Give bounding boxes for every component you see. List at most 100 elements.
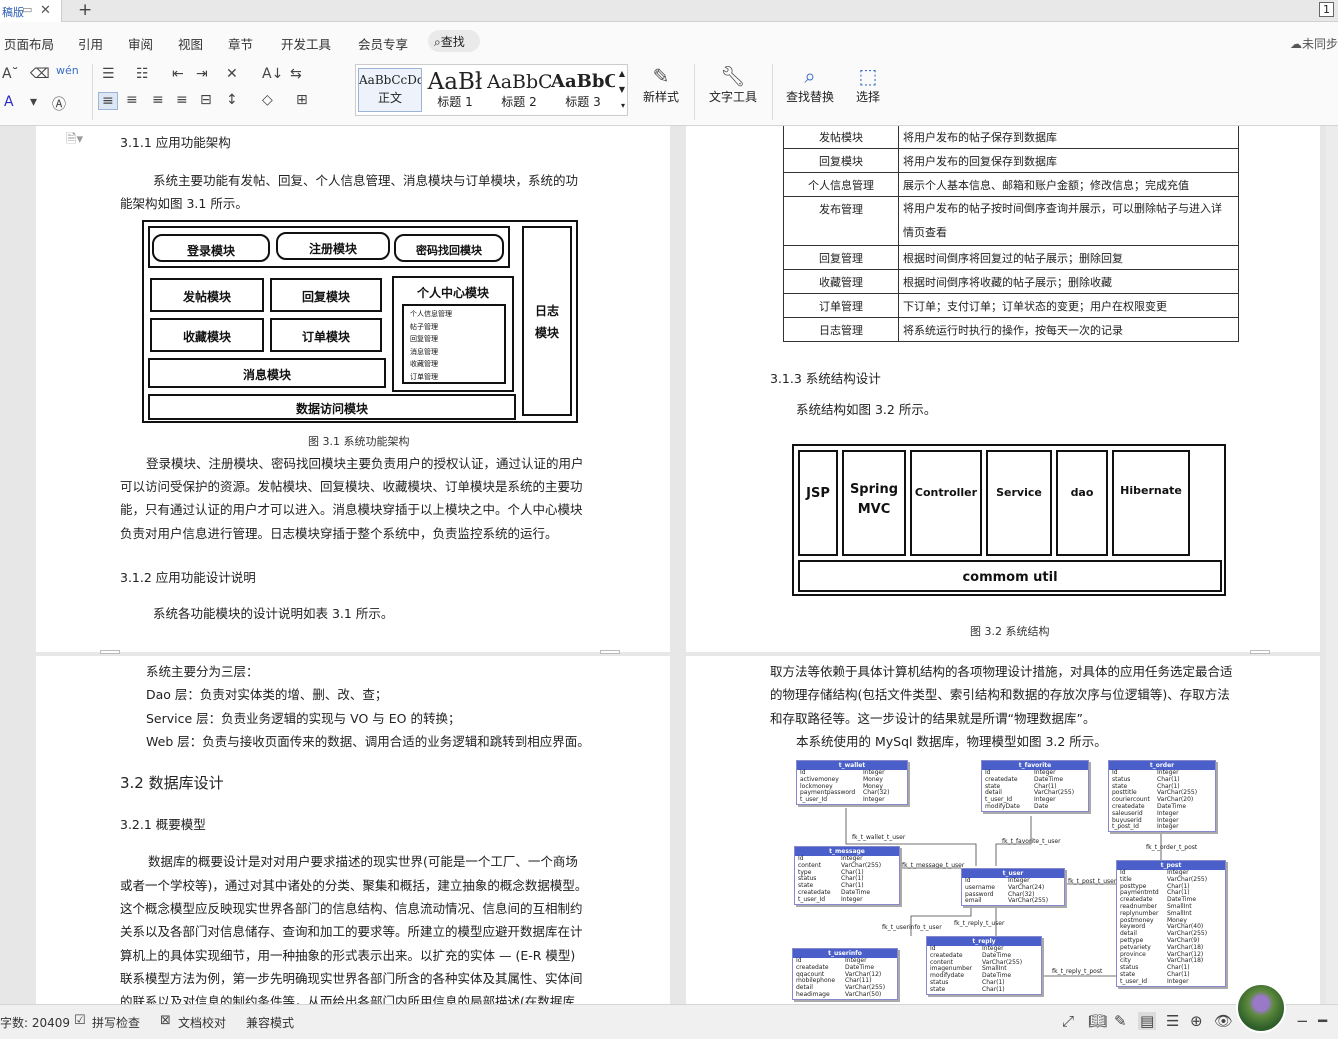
zoom-out-icon[interactable]: − [1296,1012,1309,1030]
menu-view[interactable]: 视图 [178,34,203,53]
find-replace-button[interactable]: ⌕ 查找替换 [782,64,838,105]
outline-view-icon[interactable]: ☰ [1166,1012,1179,1030]
show-marks-icon[interactable]: ⇆ [290,66,302,82]
entity-title: t_wallet [797,761,907,770]
word-count[interactable]: 字数: 20409 [0,1014,70,1031]
page-view-icon[interactable]: ▤ [1138,1012,1157,1030]
font-size-icon[interactable]: A˘ [2,66,19,82]
page-break-marker [100,650,120,654]
entity-t-userinfo: t_userinfo Id Integer createdate DateTime … [792,948,898,1000]
table-cell: 展示个人基本信息、邮箱和账户金额；修改信息；完成充值 [898,172,1239,197]
numbered-list-icon[interactable]: ☷ [136,66,149,82]
paragraph-db-line1: 数据库的概要设计是对对用户要求描述的现实世界(可能是一个工厂、一个商场 [148,854,578,869]
doc-nav-icon[interactable]: 🗎︎▾ [66,130,83,152]
eraser-icon[interactable]: ⌫ [30,66,50,82]
text-tools-button[interactable]: 🔧︎ 文字工具 [704,64,762,105]
arch-hibernate-box: Hibernate [1112,450,1190,556]
entity-type: Integer [1157,823,1179,831]
line-spacing-icon[interactable]: ↕ [226,92,238,108]
gallery-scroll-up-icon[interactable]: ▲ [619,69,625,78]
distribute-icon[interactable]: ⊟ [200,92,212,108]
relationship-label: fk_t_post_t_user [1068,878,1117,885]
gallery-scroll-down-icon[interactable]: ▼ [619,85,625,94]
new-style-button[interactable]: ✎ 新样式 [636,64,686,105]
fill-color-icon[interactable]: ◇ [262,92,273,108]
chinese-layout-icon[interactable]: ✕ [226,66,238,82]
eye-protection-icon[interactable]: 👁︎ [1214,1012,1233,1030]
ribbon-separator [772,64,773,120]
edit-pen-icon[interactable]: ✎ [1114,1012,1127,1030]
style-heading-1-sample: AaBł [427,69,483,95]
paragraph-physical-line1: 取方法等依赖于具体计算机结构的各项物理设计措施，对具体的应用任务选定最合适 [770,664,1233,679]
select-button[interactable]: ⬚ 选择 [848,64,888,105]
paragraph-db-line5: 算机上的具体实现细节，用一种抽象的形式表示出来。以扩充的实体 — (E-R 模型… [120,948,576,963]
paragraph-db-line3: 这个概念模型应反映现实世界各部门的信息结构、信息流动情况、信息间的互相制约 [120,901,583,916]
entity-row: modifyDate Date [982,802,1088,811]
gallery-more-icon[interactable]: ▾ [621,101,625,110]
proofread-button[interactable]: 文档校对 [178,1014,226,1031]
proofread-icon[interactable]: ⊠ [160,1013,171,1028]
close-tab-icon[interactable]: ✕ [40,3,51,18]
align-right-icon[interactable]: ≡ [152,92,164,108]
menu-references[interactable]: 引用 [78,34,103,53]
ribbon-separator [92,64,93,120]
align-left-icon[interactable]: ≡ [98,92,118,110]
justify-icon[interactable]: ≡ [176,92,188,108]
style-heading-3[interactable]: AaBbC 标题 3 [551,69,615,110]
ribbon-toolbar: A˘ ⌫ wén A ▾ Ⓐ ☰ ☷ ⇤ ⇥ ✕ A↓ ⇆ ≡ ≡ ≡ ≡ ⊟ … [0,58,1338,126]
style-heading-1[interactable]: AaBł 标题 1 [423,69,487,110]
document-workspace[interactable]: 🗎︎▾ 3.1.1 应用功能架构 系统主要功能有发帖、回复、个人信息管理、消息模… [0,126,1338,1004]
entity-type: Date [1034,802,1049,810]
cloud-sync-status[interactable]: ☁未同步 [1290,35,1338,52]
menu-section[interactable]: 章节 [228,34,253,53]
table-cell: 回复管理 [783,245,899,270]
fullscreen-icon[interactable]: ⤢ [1062,1012,1074,1030]
align-center-icon[interactable]: ≡ [126,92,138,108]
spell-check-icon[interactable]: ☑ [74,1013,86,1028]
style-heading-2-sample: AaBbC [487,71,551,93]
bullet-list-icon[interactable]: ☰ [102,66,115,82]
reply-module-box: 回复模块 [270,278,382,312]
reading-mode-icon[interactable]: 📖︎ [1088,1012,1107,1030]
style-normal-label: 正文 [377,91,402,105]
page-1[interactable]: 🗎︎▾ 3.1.1 应用功能架构 系统主要功能有发帖、回复、个人信息管理、消息模… [36,126,670,652]
page-3[interactable]: 系统主要分为三层： Dao 层：负责对实体类的增、删、改、查； Service … [36,656,670,1004]
page-2[interactable]: 发帖模块 将用户发布的帖子保存到数据库 回复模块 将用户发布的回复保存到数据库 个人… [686,126,1320,652]
vertical-scrollbar[interactable] [1326,126,1338,1004]
entity-t-wallet: t_wallet Id Integer activemoney Money lock… [796,760,908,805]
entity-type: Integer [841,895,863,903]
spell-check-button[interactable]: 拼写检查 [92,1014,140,1031]
table-row: 回复管理 根据时间倒序将回复过的帖子展示；删除回复 [783,245,1239,270]
borders-icon[interactable]: ⊞ [296,92,308,108]
physical-model-er-diagram: t_wallet Id Integer activemoney Money lock… [786,756,1236,1004]
document-tab[interactable]: 稿版 ▭ ✕ [0,0,62,22]
menu-developer[interactable]: 开发工具 [281,34,331,53]
decrease-indent-icon[interactable]: ⇤ [172,66,184,82]
char-border-icon[interactable]: Ⓐ [52,94,66,114]
zoom-slider[interactable]: ━ [1318,1012,1327,1030]
compat-mode-label: 兼容模式 [246,1016,295,1030]
table-cell-line: 情页查看 [903,226,947,239]
menu-review[interactable]: 审阅 [128,34,153,53]
style-normal[interactable]: AaBbCcDd 正文 [358,68,422,112]
new-tab-button[interactable]: + [78,0,92,20]
shading-icon[interactable]: ▾ [30,94,37,110]
paragraph-intro-line2: 能架构如图 3.1 所示。 [120,196,248,211]
paragraph-physical-line3: 和存取路径等。这一步设计的结果就是所谓“物理数据库”。 [770,711,1096,726]
user-avatar[interactable] [1236,983,1286,1033]
style-heading-2[interactable]: AaBbC 标题 2 [487,69,551,110]
increase-indent-icon[interactable]: ⇥ [196,66,208,82]
font-color-icon[interactable]: A [4,94,14,110]
entity-field: headimage [796,990,830,998]
web-view-icon[interactable]: ⊕ [1190,1012,1203,1030]
sort-icon[interactable]: A↓ [262,66,283,82]
search-button[interactable]: ⌕查找 [428,30,480,52]
monitor-icon[interactable]: ▭ [22,3,32,16]
entity-t-reply: t_reply Id Integer createdate DateTime con… [926,936,1042,995]
new-style-icon: ✎ [652,64,670,88]
page-4[interactable]: 取方法等依赖于具体计算机结构的各项物理设计措施，对具体的应用任务选定最合适 的物… [686,656,1320,1004]
menu-member[interactable]: 会员专享 [358,34,408,53]
pinyin-icon[interactable]: wén [56,64,79,77]
table-row: 订单管理 下订单；支付订单；订单状态的变更；用户在权限变更 [783,293,1239,318]
menu-page-layout[interactable]: 页面布局 [4,34,54,53]
